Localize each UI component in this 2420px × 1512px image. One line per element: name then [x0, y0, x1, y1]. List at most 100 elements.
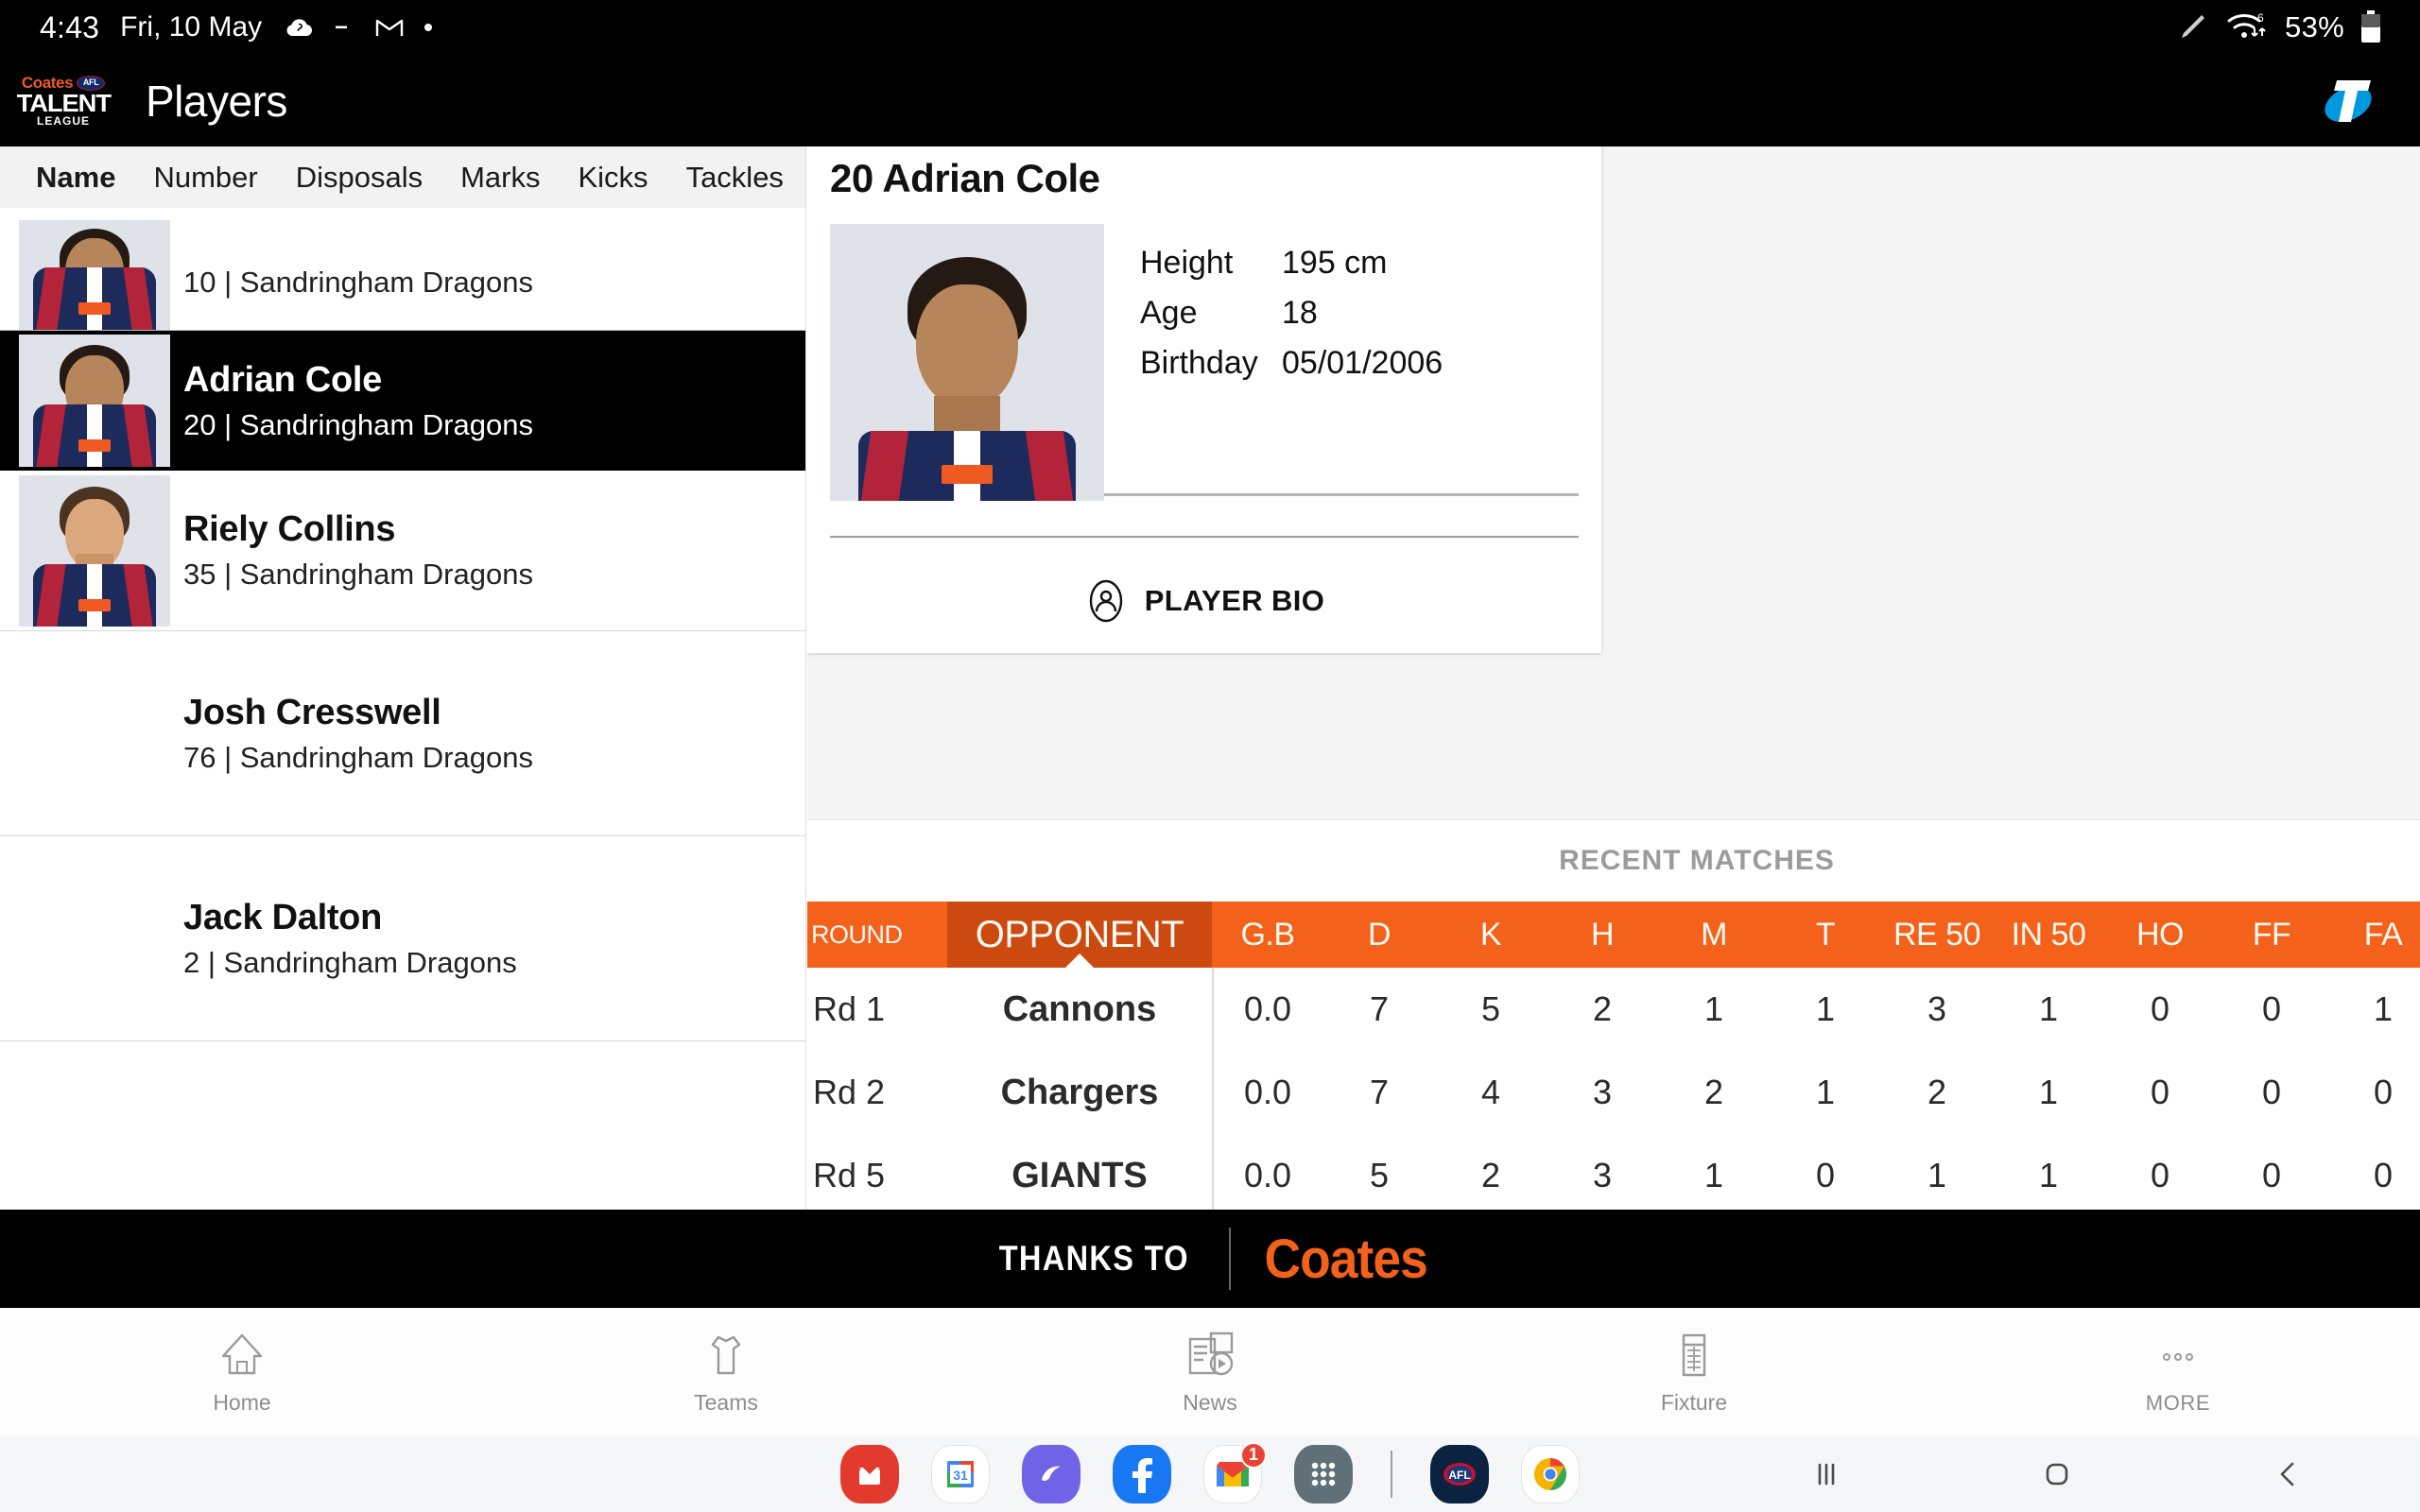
cell-stat: 1: [1927, 1156, 1947, 1194]
attribute-row: Age 18: [1140, 295, 1443, 332]
app-drawer-icon[interactable]: [1294, 1444, 1353, 1503]
cell-stat: 2: [1592, 989, 1613, 1028]
nav-label-news: News: [1183, 1390, 1237, 1415]
col-header-h[interactable]: H: [1547, 902, 1658, 968]
nav-item-more[interactable]: MORE: [1936, 1329, 2420, 1416]
cell-stat: 1: [2038, 1073, 2059, 1111]
status-bar-left: 4:43 Fri, 10 May: [0, 10, 434, 45]
samsung-internet-app-icon[interactable]: [1022, 1444, 1080, 1503]
sort-tab-bar: Name Number Disposals Marks Kicks Tackle…: [0, 146, 805, 208]
list-item[interactable]: Riely Collins 35 | Sandringham Dragons: [0, 471, 805, 631]
col-header-in50[interactable]: IN 50: [1993, 902, 2104, 968]
facebook-app-icon[interactable]: [1113, 1444, 1171, 1503]
player-detail-card: 20 Adrian Cole Height 195 cm Age 18 Birt…: [807, 146, 1601, 653]
cell-stat: 0: [2261, 989, 2282, 1028]
status-bar-right: 6 53%: [2173, 9, 2420, 46]
player-name: Josh Cresswell: [183, 692, 441, 732]
table-column-divider: [1212, 968, 1214, 1210]
table-row[interactable]: Rd 2 Chargers 0.0 7 4 3 2 1 2 1 0 0 0: [807, 1051, 2420, 1134]
list-item[interactable]: 10 | Sandringham Dragons: [0, 208, 805, 331]
weather-cloud-icon: [286, 19, 313, 36]
player-info: Jack Dalton 2 | Sandringham Dragons: [183, 898, 517, 980]
chrome-glyph-icon: [1534, 1457, 1566, 1490]
back-button[interactable]: [2267, 1453, 2308, 1495]
screen-root: 4:43 Fri, 10 May 6 53% Coates AFL TALENT…: [0, 0, 2420, 1512]
dock-divider: [1391, 1450, 1392, 1498]
table-body: Rd 1 Cannons 0.0 7 5 2 1 1 3 1 0 0 1 Rd …: [807, 968, 2420, 1210]
gmail-app-icon[interactable]: 1: [1203, 1441, 1267, 1503]
table-row[interactable]: Rd 1 Cannons 0.0 7 5 2 1 1 3 1 0 0 1: [807, 968, 2420, 1051]
cell-stat: 0: [1815, 1156, 1836, 1194]
table-row[interactable]: Rd 5 GIANTS 0.0 5 2 3 1 0 1 1 0 0 0: [807, 1134, 2420, 1210]
attribute-row: Height 195 cm: [1140, 245, 1443, 282]
tab-marks[interactable]: Marks: [441, 161, 559, 195]
col-header-gb[interactable]: G.B: [1212, 902, 1323, 968]
sponsor-thanks-label: THANKS TO: [998, 1239, 1189, 1278]
list-item[interactable]: Josh Cresswell 76 | Sandringham Dragons: [0, 631, 805, 836]
calendar-icon: [1682, 1333, 1706, 1377]
nav-item-fixture[interactable]: Fixture: [1452, 1328, 1936, 1416]
cell-stat: 0.0: [1243, 1156, 1292, 1194]
col-header-t[interactable]: T: [1770, 902, 1881, 968]
table-header-row: ROUND OPPONENT G.B D K H M T RE 50 IN 50…: [807, 902, 2420, 968]
list-item[interactable]: Jack Dalton 2 | Sandringham Dragons: [0, 836, 805, 1041]
gmail-badge-count: 1: [1240, 1441, 1267, 1469]
player-name: Adrian Cole: [183, 359, 382, 400]
col-header-re50[interactable]: RE 50: [1881, 902, 1993, 968]
player-info: Adrian Cole 20 | Sandringham Dragons: [183, 360, 533, 442]
col-header-round[interactable]: ROUND: [807, 902, 947, 968]
cell-round: Rd 1: [813, 989, 886, 1028]
col-header-opponent[interactable]: OPPONENT: [947, 902, 1212, 968]
tab-tackles[interactable]: Tackles: [667, 161, 803, 195]
tab-number[interactable]: Number: [134, 161, 276, 195]
gmail-icon: [375, 19, 404, 36]
col-header-d[interactable]: D: [1323, 902, 1435, 968]
recent-matches-title: RECENT MATCHES: [1559, 845, 1835, 876]
nav-item-teams[interactable]: Teams: [484, 1328, 968, 1416]
attribute-label-birthday: Birthday: [1140, 345, 1258, 381]
tab-kicks[interactable]: Kicks: [559, 161, 666, 195]
nav-item-home[interactable]: Home: [0, 1328, 484, 1416]
col-header-fa[interactable]: FA: [2327, 902, 2420, 968]
calendar-glyph-icon: 31: [947, 1460, 974, 1487]
tab-disposals[interactable]: Disposals: [277, 161, 441, 195]
sponsor-brand-label: Coates: [1264, 1228, 1427, 1290]
nav-item-news[interactable]: News: [968, 1328, 1452, 1416]
app-bottom-nav: Home Teams News Fixture MORE: [0, 1308, 2420, 1435]
col-header-ff[interactable]: FF: [2216, 902, 2327, 968]
col-header-k[interactable]: K: [1435, 902, 1547, 968]
col-header-m[interactable]: M: [1658, 902, 1770, 968]
android-nav-buttons: [1806, 1453, 2308, 1495]
recents-button[interactable]: [1806, 1453, 1847, 1495]
cell-stat: 2: [1480, 1156, 1501, 1194]
player-meta: 76 | Sandringham Dragons: [183, 740, 533, 774]
cell-opponent: Cannons: [1002, 988, 1157, 1029]
player-info: Riely Collins 35 | Sandringham Dragons: [183, 509, 533, 592]
calendar-app-icon[interactable]: 31: [931, 1444, 990, 1503]
player-bio-button[interactable]: PLAYER BIO: [830, 579, 1579, 623]
chrome-app-icon[interactable]: [1521, 1444, 1580, 1503]
tab-name[interactable]: Name: [17, 161, 134, 195]
list-item[interactable]: Adrian Cole 20 | Sandringham Dragons: [0, 331, 805, 471]
cell-stat: 7: [1369, 989, 1390, 1028]
cell-stat: 3: [1927, 989, 1947, 1028]
attribute-label-height: Height: [1140, 245, 1234, 281]
tab-goals[interactable]: G: [803, 161, 805, 195]
col-header-ho[interactable]: HO: [2104, 902, 2216, 968]
home-button[interactable]: [2036, 1453, 2078, 1495]
player-meta: 35 | Sandringham Dragons: [183, 558, 533, 591]
nav-label-more: MORE: [2145, 1390, 2211, 1415]
wifi-6-icon: 6: [2227, 11, 2266, 38]
recent-matches-table: ROUND OPPONENT G.B D K H M T RE 50 IN 50…: [807, 902, 2420, 1210]
attribute-label-age: Age: [1140, 295, 1198, 331]
cell-stat: 0: [2261, 1073, 2282, 1111]
player-thumbnail: [19, 474, 170, 627]
afl-app-icon[interactable]: AFL: [1430, 1444, 1489, 1503]
attribute-value-height: 195 cm: [1282, 245, 1388, 281]
mail-app-icon[interactable]: [840, 1444, 899, 1503]
dot-icon: [424, 24, 433, 31]
svg-text:6: 6: [2257, 11, 2264, 25]
player-meta: 2 | Sandringham Dragons: [183, 945, 517, 979]
player-name: Jack Dalton: [183, 897, 383, 937]
cell-stat: 1: [1703, 1156, 1724, 1194]
